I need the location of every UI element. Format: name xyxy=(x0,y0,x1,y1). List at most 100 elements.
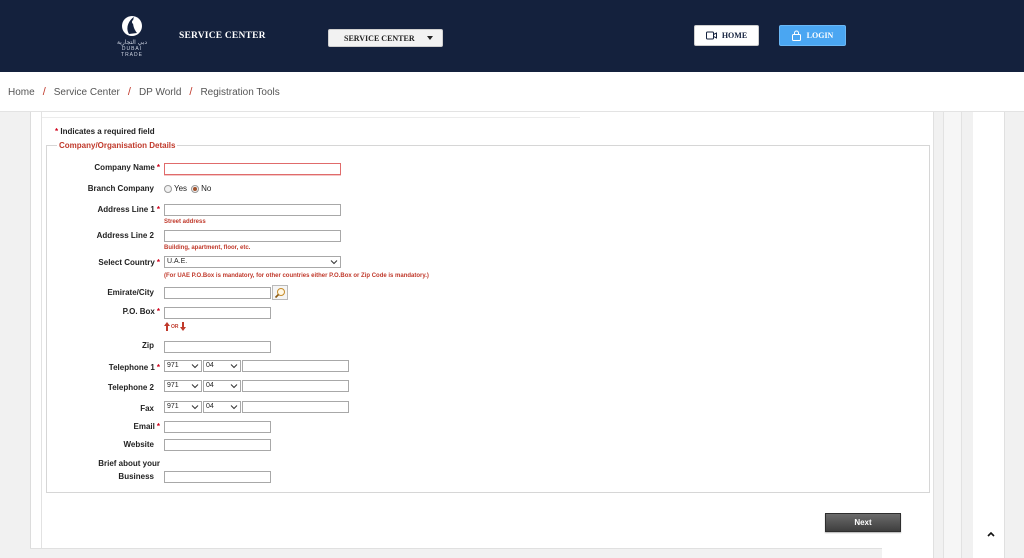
business-brief-input[interactable] xyxy=(164,471,271,483)
zip-label: Zip xyxy=(142,341,154,350)
company-name-label: Company Name * xyxy=(0,163,160,173)
site-title: SERVICE CENTER xyxy=(179,31,266,41)
city-search-button[interactable] xyxy=(272,285,288,300)
email-label-text: Email xyxy=(133,422,155,431)
address-line2-hint: Building, apartment, floor, etc. xyxy=(164,245,251,251)
chevron-down-icon xyxy=(191,364,199,369)
po-box-label: P.O. Box * xyxy=(0,307,160,317)
fax-number-input[interactable] xyxy=(242,401,349,413)
breadcrumb-registration-tools[interactable]: Registration Tools xyxy=(200,87,279,98)
top-divider xyxy=(42,112,580,118)
chevron-down-icon xyxy=(191,384,199,389)
telephone2-country-code-select[interactable]: 971 xyxy=(164,380,202,392)
breadcrumb-separator: / xyxy=(127,86,131,98)
arrow-up-icon xyxy=(164,322,170,331)
required-marker: * xyxy=(156,307,160,316)
zip-input[interactable] xyxy=(164,341,271,353)
chevron-down-icon xyxy=(191,405,199,410)
telephone2-area-code-select[interactable]: 04 xyxy=(203,380,241,392)
po-box-input[interactable] xyxy=(164,307,271,319)
address-line1-label-text: Address Line 1 xyxy=(97,205,155,214)
company-name-input[interactable] xyxy=(164,163,341,175)
website-input[interactable] xyxy=(164,439,271,451)
required-marker: * xyxy=(55,127,59,136)
select-country-label-text: Select Country xyxy=(98,258,155,267)
breadcrumb-separator: / xyxy=(189,86,193,98)
chevron-down-icon xyxy=(230,405,238,410)
brief-label-line1: Brief about your xyxy=(98,459,160,468)
branch-no-label: No xyxy=(201,184,212,193)
emirate-city-label: Emirate/City xyxy=(107,288,154,297)
required-marker: * xyxy=(156,205,160,214)
breadcrumb: Home / Service Center / DP World / Regis… xyxy=(8,86,280,98)
branch-yes-radio[interactable] xyxy=(164,184,172,193)
fax-country-code-select[interactable]: 971 xyxy=(164,401,202,413)
telephone1-area-code-select[interactable]: 04 xyxy=(203,360,241,372)
breadcrumb-service-center[interactable]: Service Center xyxy=(54,87,120,98)
far-right-gutter xyxy=(1004,112,1024,558)
address-line2-input[interactable] xyxy=(164,230,341,242)
arrow-down-icon xyxy=(179,322,186,331)
login-button[interactable]: LOGIN xyxy=(779,25,846,46)
dubai-trade-logo[interactable]: دبي التجارية DUBAI TRADE xyxy=(112,14,152,58)
emirate-city-input[interactable] xyxy=(164,287,271,299)
dhow-logo-icon xyxy=(122,16,142,36)
fax-label: Fax xyxy=(140,404,154,413)
required-note-text: Indicates a required field xyxy=(60,127,155,136)
required-marker: * xyxy=(156,163,160,172)
login-button-label: LOGIN xyxy=(806,31,834,40)
fax-area-code-select[interactable]: 04 xyxy=(203,401,241,413)
chevron-up-icon xyxy=(987,531,995,537)
country-select-value: U.A.E. xyxy=(167,258,188,265)
branch-company-label: Branch Company xyxy=(87,184,154,193)
branch-yes-label: Yes xyxy=(174,184,188,193)
required-field-note: * Indicates a required field xyxy=(55,127,155,136)
telephone1-label: Telephone 1 * xyxy=(0,363,160,373)
telephone2-number-input[interactable] xyxy=(242,380,349,392)
scroll-to-top-button[interactable] xyxy=(985,528,997,540)
breadcrumb-dp-world[interactable]: DP World xyxy=(139,87,181,98)
caret-down-icon xyxy=(427,36,433,40)
email-label: Email * xyxy=(0,422,160,432)
right-white-band xyxy=(973,112,1004,558)
breadcrumb-home[interactable]: Home xyxy=(8,87,35,98)
branch-no-radio[interactable] xyxy=(191,184,200,193)
company-details-legend: Company/Organisation Details xyxy=(59,141,176,150)
logo-english-text: DUBAI TRADE xyxy=(121,46,143,58)
country-hint: (For UAE P.O.Box is mandatory, for other… xyxy=(164,273,429,279)
next-button[interactable]: Next xyxy=(825,513,901,532)
fax-area-code-value: 04 xyxy=(206,403,214,410)
required-marker: * xyxy=(156,258,160,267)
telephone1-country-code-select[interactable]: 971 xyxy=(164,360,202,372)
telephone2-country-code-value: 971 xyxy=(167,382,179,389)
home-button[interactable]: HOME xyxy=(694,25,759,46)
website-label: Website xyxy=(123,440,154,449)
email-field[interactable] xyxy=(164,421,271,433)
service-center-dropdown[interactable]: SERVICE CENTER xyxy=(328,29,443,47)
service-center-dropdown-label: SERVICE CENTER xyxy=(344,33,415,43)
telephone1-area-code-value: 04 xyxy=(206,362,214,369)
breadcrumb-bar: Home / Service Center / DP World / Regis… xyxy=(0,72,1024,112)
select-country-label: Select Country * xyxy=(0,258,160,268)
address-line1-label: Address Line 1 * xyxy=(0,205,160,215)
address-line1-hint: Street address xyxy=(164,219,206,225)
chevron-down-icon xyxy=(230,364,238,369)
magnifier-icon xyxy=(274,287,285,298)
chevron-down-icon xyxy=(230,384,238,389)
breadcrumb-separator: / xyxy=(42,86,46,98)
country-select[interactable]: U.A.E. xyxy=(164,256,341,268)
or-label: OR xyxy=(171,323,179,330)
chevron-down-icon xyxy=(330,260,338,265)
left-gutter xyxy=(0,112,30,558)
bottom-strip xyxy=(30,548,882,558)
right-inner-gutter xyxy=(943,112,962,558)
company-name-label-text: Company Name xyxy=(94,163,155,172)
brief-label-line2: Business xyxy=(118,472,154,481)
branch-company-radio-group: Yes No xyxy=(164,184,211,193)
telephone1-number-input[interactable] xyxy=(242,360,349,372)
required-marker: * xyxy=(156,363,160,372)
lock-icon xyxy=(791,30,801,41)
home-button-label: HOME xyxy=(721,31,748,40)
address-line1-input[interactable] xyxy=(164,204,341,216)
address-line2-label: Address Line 2 xyxy=(96,231,154,240)
